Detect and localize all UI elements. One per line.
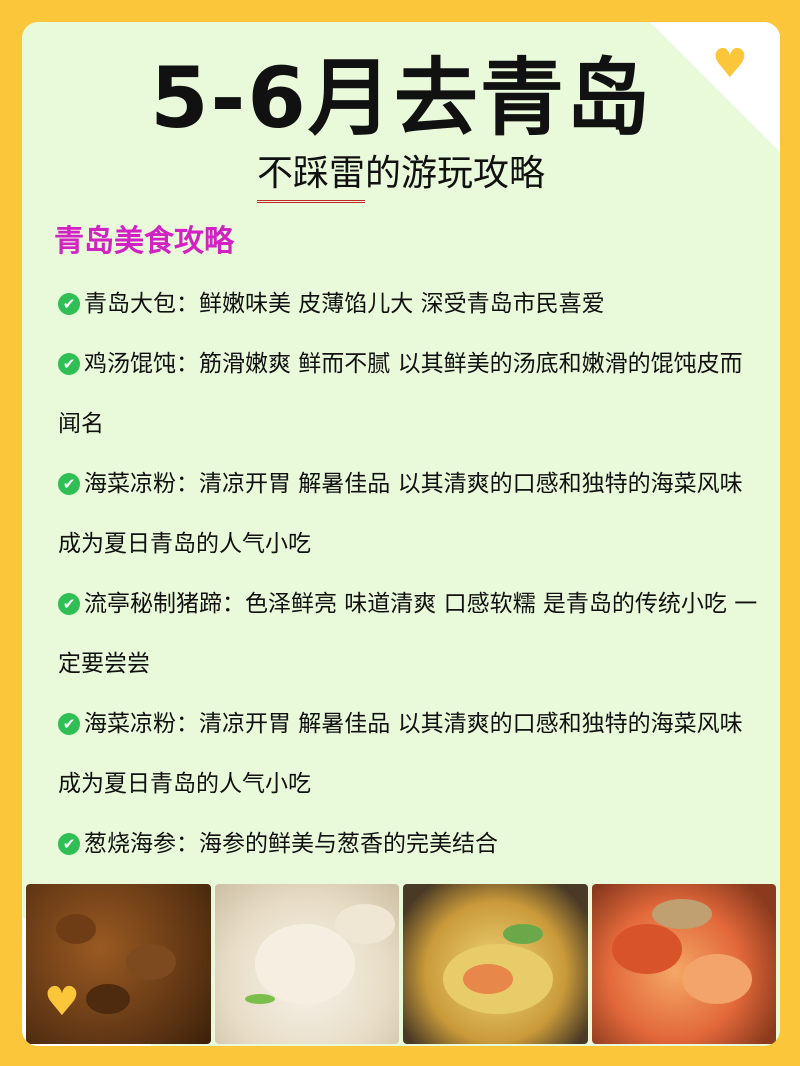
subtitle-text: 的游玩攻略	[365, 153, 546, 194]
item-text: 葱烧海参：海参的鲜美与葱香的完美结合	[84, 831, 498, 857]
section-title: 青岛美食攻略	[54, 224, 234, 259]
check-icon: ✔	[58, 293, 80, 315]
item-text: 流亭秘制猪蹄：色泽鲜亮 味道清爽 口感软糯 是青岛的传统小吃 一定要尝尝	[58, 591, 758, 677]
check-icon: ✔	[58, 353, 80, 375]
subtitle-highlight: 不踩雷	[256, 150, 365, 203]
list-item: ✔ 青岛大包：鲜嫩味美 皮薄馅儿大 深受青岛市民喜爱	[58, 274, 758, 334]
list-item: ✔ 海菜凉粉：清凉开胃 解暑佳品 以其清爽的口感和独特的海菜风味成为夏日青岛的人气…	[58, 454, 758, 574]
heart-icon: ♥	[44, 979, 80, 1025]
content-card: ♥ 5-6月去青岛 不踩雷的游玩攻略 青岛美食攻略 ✔ 青岛大包：鲜嫩味美 皮薄馅…	[22, 22, 780, 1046]
food-photo-wonton	[214, 884, 399, 1044]
item-text: 海菜凉粉：清凉开胃 解暑佳品 以其清爽的口感和独特的海菜风味成为夏日青岛的人气小…	[58, 471, 743, 557]
check-icon: ✔	[58, 473, 80, 495]
page-title: 5-6月去青岛	[150, 49, 652, 147]
list-item: ✔ 鸡汤馄饨：筋滑嫩爽 鲜而不腻 以其鲜美的汤底和嫩滑的馄饨皮而闻名	[58, 334, 758, 454]
food-photo-strip	[26, 884, 776, 1044]
food-list: ✔ 青岛大包：鲜嫩味美 皮薄馅儿大 深受青岛市民喜爱 ✔ 鸡汤馄饨：筋滑嫩爽 鲜而不…	[58, 274, 758, 874]
food-photo-seafood	[591, 884, 776, 1044]
check-icon: ✔	[58, 713, 80, 735]
list-item: ✔ 流亭秘制猪蹄：色泽鲜亮 味道清爽 口感软糯 是青岛的传统小吃 一定要尝尝	[58, 574, 758, 694]
list-item: ✔ 海菜凉粉：清凉开胃 解暑佳品 以其清爽的口感和独特的海菜风味成为夏日青岛的人气…	[58, 694, 758, 814]
item-text: 鸡汤馄饨：筋滑嫩爽 鲜而不腻 以其鲜美的汤底和嫩滑的馄饨皮而闻名	[58, 351, 743, 437]
list-item: ✔ 葱烧海参：海参的鲜美与葱香的完美结合	[58, 814, 758, 874]
page-subtitle: 不踩雷的游玩攻略	[22, 150, 780, 203]
food-photo-seaweed-noodles	[403, 884, 588, 1044]
item-text: 青岛大包：鲜嫩味美 皮薄馅儿大 深受青岛市民喜爱	[84, 291, 605, 317]
item-text: 海菜凉粉：清凉开胃 解暑佳品 以其清爽的口感和独特的海菜风味成为夏日青岛的人气小…	[58, 711, 743, 797]
check-icon: ✔	[58, 833, 80, 855]
check-icon: ✔	[58, 593, 80, 615]
